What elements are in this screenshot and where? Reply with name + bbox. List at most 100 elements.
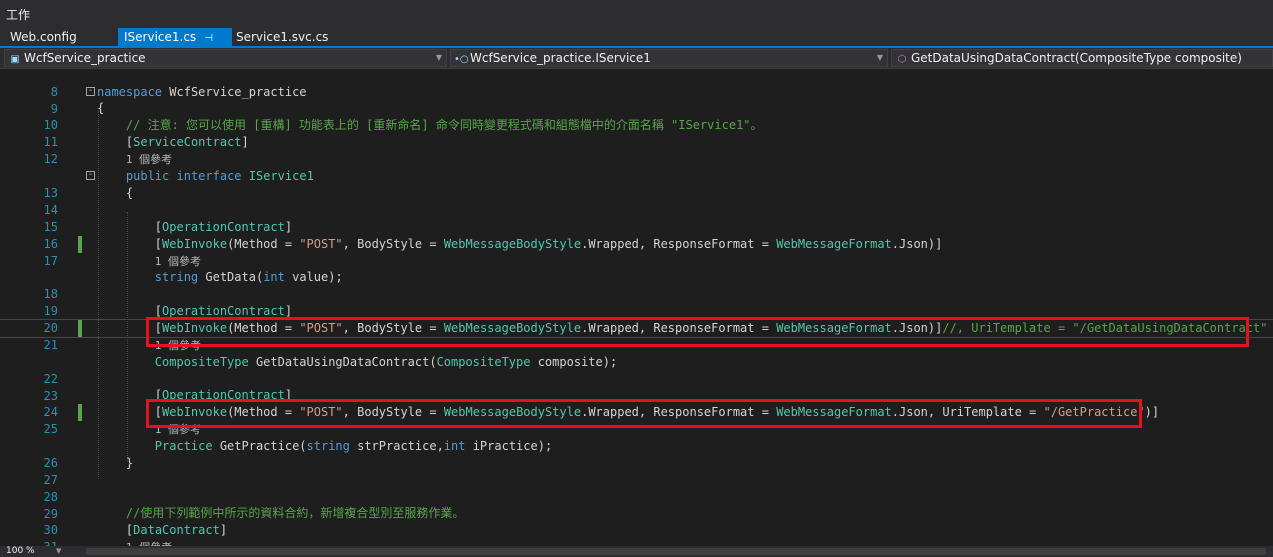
- token: WebMessageBodyStyle: [443, 321, 582, 335]
- chevron-down-icon[interactable]: ▼: [56, 546, 61, 557]
- change-marker: [78, 236, 82, 253]
- collapse-icon[interactable]: -: [86, 86, 95, 96]
- code-text: {: [97, 100, 104, 117]
- code-line-19[interactable]: 19: [0, 286, 1273, 318]
- member-dropdown[interactable]: ⬡ GetDataUsingDataContract(CompositeType …: [891, 49, 1273, 67]
- code-editor[interactable]: 8 9 - namespace WcfService_practice 10 {…: [0, 69, 1273, 546]
- member-name: GetDataUsingDataContract(CompositeType c…: [911, 51, 1242, 65]
- code-line-11[interactable]: 11 // 注意: 您可以使用 [重構] 功能表上的 [重新命名] 命令同時變更…: [0, 117, 1273, 149]
- reference-count-link[interactable]: 1 個參考: [155, 423, 201, 436]
- title-bar: 工作: [0, 0, 1273, 28]
- token: WebMessageFormat: [776, 321, 892, 335]
- code-text: [WebInvoke(Method = "POST", BodyStyle = …: [97, 320, 1268, 337]
- code-text: 1 個參考: [97, 151, 172, 169]
- token: [: [154, 237, 163, 251]
- code-line-13[interactable]: 13 - public interface IService1: [0, 168, 1273, 200]
- token: , BodyStyle =: [342, 321, 444, 335]
- code-line-22[interactable]: 22 CompositeType GetDataUsingDataContrac…: [0, 354, 1273, 386]
- code-line-12[interactable]: 12 [ServiceContract]: [0, 134, 1273, 166]
- chevron-down-icon: ▼: [435, 53, 442, 62]
- token: "POST": [299, 405, 343, 419]
- code-line-9[interactable]: 9 - namespace WcfService_practice: [0, 84, 1273, 116]
- code-text: [OperationContract]: [97, 303, 292, 320]
- code-line-27[interactable]: 27 }: [0, 455, 1273, 487]
- code-line-21[interactable]: 21 [WebInvoke(Method = "POST", BodyStyle…: [0, 319, 1273, 352]
- project-dropdown[interactable]: ▣ WcfService_practice ▼: [4, 49, 447, 67]
- code-line-25[interactable]: 25 [WebInvoke(Method = "POST", BodyStyle…: [0, 404, 1273, 436]
- zoom-level[interactable]: 100 %: [6, 546, 35, 557]
- code-line-28[interactable]: 28: [0, 472, 1273, 504]
- token: WebMessageBodyStyle: [443, 405, 582, 419]
- code-line-8[interactable]: 8: [0, 69, 1273, 99]
- code-text: 1 個參考: [97, 539, 172, 546]
- code-line-16[interactable]: 16 [OperationContract]: [0, 219, 1273, 251]
- code-line-10[interactable]: 10 {: [0, 100, 1273, 132]
- token: iPractice);: [465, 439, 553, 453]
- token: WebInvoke: [162, 405, 228, 419]
- code-text: }: [97, 455, 133, 472]
- code-line-30[interactable]: 30 //使用下列範例中所示的資料合約，新增複合型別至服務作業。: [0, 505, 1273, 537]
- collapse-icon[interactable]: -: [86, 170, 95, 180]
- code-line-20[interactable]: 20 [OperationContract]: [0, 303, 1273, 335]
- token: strPractice,: [349, 439, 444, 453]
- document-tab-bar: Web.config IService1.cs ⊣ Service1.svc.cs: [0, 28, 1273, 48]
- code-line-26[interactable]: 26 Practice GetPractice(string strPracti…: [0, 438, 1273, 470]
- token: Practice: [154, 439, 213, 453]
- token: string: [306, 439, 350, 453]
- token: .Json)]: [891, 237, 943, 251]
- token: ServiceContract: [133, 135, 242, 149]
- token: //使用下列範例中所示的資料合約，新增複合型別至服務作業。: [125, 506, 465, 520]
- code-text: CompositeType GetDataUsingDataContract(C…: [97, 354, 617, 371]
- token: WebMessageFormat: [776, 237, 892, 251]
- codelens-line: 1 個參考: [0, 253, 1273, 270]
- code-line-17[interactable]: 17 [WebInvoke(Method = "POST", BodyStyle…: [0, 236, 1273, 268]
- token: OperationContract: [162, 388, 285, 402]
- change-marker: [78, 404, 82, 421]
- tab-iservice1-cs[interactable]: IService1.cs ⊣: [118, 28, 232, 46]
- tab-label: Service1.svc.cs: [236, 30, 329, 44]
- csharp-project-icon: ▣: [10, 54, 20, 65]
- tab-service1-svc-cs[interactable]: Service1.svc.cs: [230, 28, 334, 46]
- token: ]: [284, 220, 293, 234]
- token: namespace: [97, 85, 163, 99]
- reference-count-link[interactable]: 1 個參考: [155, 255, 201, 268]
- token: interface: [176, 169, 242, 183]
- token: OperationContract: [162, 220, 285, 234]
- code-line-14[interactable]: 14 {: [0, 185, 1273, 217]
- pin-icon[interactable]: ⊣: [204, 33, 213, 44]
- code-line-29[interactable]: 29: [0, 489, 1273, 521]
- reference-count-link[interactable]: 1 個參考: [126, 153, 172, 166]
- token: WebInvoke: [162, 321, 228, 335]
- code-text: Practice GetPractice(string strPractice,…: [97, 438, 552, 455]
- horizontal-scrollbar[interactable]: [86, 548, 1266, 555]
- type-name: WcfService_practice.IService1: [470, 51, 651, 65]
- code-text: [ServiceContract]: [97, 134, 249, 151]
- token: ]: [219, 523, 228, 537]
- token: (Method =: [227, 321, 300, 335]
- code-line-31[interactable]: 31 [DataContract]: [0, 522, 1273, 546]
- code-line-18[interactable]: 18 string GetData(int value);: [0, 269, 1273, 301]
- token: WebMessageBodyStyle: [443, 237, 582, 251]
- code-line-23[interactable]: 23: [0, 371, 1273, 403]
- token: GetDataUsingDataContract(: [248, 355, 437, 369]
- code-text: [OperationContract]: [97, 219, 292, 236]
- token: {: [125, 186, 134, 200]
- reference-count-link[interactable]: 1 個參考: [155, 339, 201, 352]
- token: CompositeType: [154, 355, 249, 369]
- tab-web-config[interactable]: Web.config: [4, 28, 83, 46]
- token: GetPractice(: [212, 439, 307, 453]
- token: GetData(: [198, 270, 264, 284]
- code-line-24[interactable]: 24 [OperationContract]: [0, 387, 1273, 419]
- interface-icon: •○: [454, 54, 469, 65]
- token: // 注意: 您可以使用 [重構] 功能表上的 [重新命名] 命令同時變更程式碼…: [125, 118, 763, 132]
- code-line-15[interactable]: 15: [0, 202, 1273, 234]
- token: //, UriTemplate = "/GetDataUsingDataCont…: [942, 321, 1268, 335]
- token: ]: [241, 135, 249, 149]
- token: int: [263, 270, 285, 284]
- token: WebMessageFormat: [776, 405, 892, 419]
- token: ]: [284, 388, 293, 402]
- token: , BodyStyle =: [342, 405, 444, 419]
- tab-label: IService1.cs: [124, 30, 197, 44]
- token: , BodyStyle =: [342, 237, 444, 251]
- type-dropdown[interactable]: •○WcfService_practice.IService1 ▼: [450, 49, 888, 67]
